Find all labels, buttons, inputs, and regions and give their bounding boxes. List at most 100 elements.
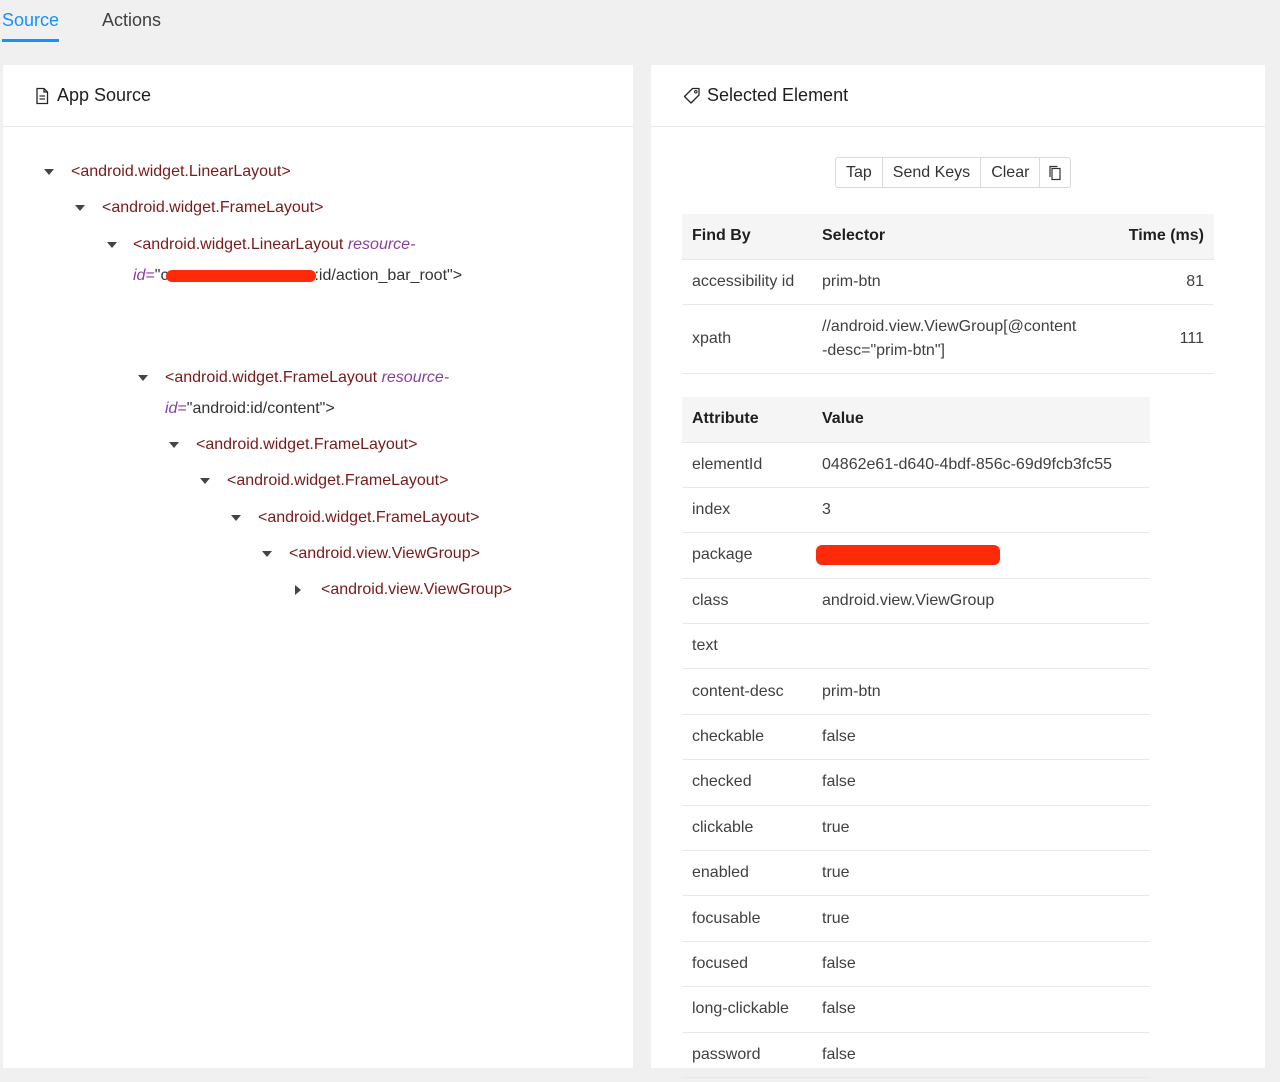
tab-bar: Source Actions bbox=[0, 0, 1280, 44]
attribute-name-cell: index bbox=[682, 487, 812, 534]
attribute-name-cell: elementId bbox=[682, 442, 812, 488]
selector-line: //android.view.ViewGroup[@content bbox=[822, 317, 1077, 335]
table-row[interactable]: accessibility id prim-btn 81 bbox=[682, 259, 1214, 305]
collapse-caret-icon[interactable] bbox=[169, 442, 179, 448]
find-by-table: Find By Selector Time (ms) accessibility… bbox=[682, 214, 1214, 374]
table-row[interactable]: enabled true bbox=[682, 850, 1150, 897]
collapse-caret-icon[interactable] bbox=[231, 515, 241, 521]
clear-button[interactable]: Clear bbox=[981, 158, 1041, 187]
attribute-value-cell: 3 bbox=[812, 487, 1150, 534]
tree-node[interactable]: <android.widget.FrameLayout> bbox=[196, 435, 417, 455]
send-keys-button[interactable]: Send Keys bbox=[883, 158, 982, 187]
time-cell: 111 bbox=[1110, 304, 1214, 374]
tree-node[interactable]: <android.widget.FrameLayout> bbox=[102, 198, 323, 218]
find-by-cell: accessibility id bbox=[682, 259, 812, 305]
tree-node-tag: <android.widget.FrameLayout bbox=[165, 369, 378, 386]
redaction-mark bbox=[166, 269, 317, 282]
collapse-caret-icon[interactable] bbox=[138, 375, 148, 381]
attribute-name-cell: text bbox=[682, 623, 812, 670]
tree-node[interactable]: <android.widget.FrameLayout resource- bbox=[165, 368, 449, 388]
attribute-value-cell: false bbox=[812, 759, 1150, 806]
attribute-value-cell: 04862e61-d640-4bdf-856c-69d9fcb3fc55 bbox=[812, 442, 1150, 488]
tree-node-tag: <android.widget.LinearLayout bbox=[133, 236, 344, 253]
collapse-caret-icon[interactable] bbox=[107, 242, 117, 248]
copy-button[interactable] bbox=[1040, 158, 1070, 187]
table-row[interactable]: class android.view.ViewGroup bbox=[682, 578, 1150, 625]
copy-icon bbox=[1049, 165, 1062, 180]
table-row[interactable]: focusable true bbox=[682, 895, 1150, 942]
find-by-cell: xpath bbox=[682, 304, 812, 374]
attribute-name-cell: long-clickable bbox=[682, 986, 812, 1033]
attribute-value-cell: true bbox=[812, 805, 1150, 852]
table-header-row: Attribute Value bbox=[682, 397, 1150, 443]
selector-cell[interactable]: //android.view.ViewGroup[@content -desc=… bbox=[812, 304, 1111, 374]
attribute-value-cell: android.view.ViewGroup bbox=[812, 578, 1150, 625]
table-row[interactable]: checked false bbox=[682, 759, 1150, 806]
tree-node-continuation[interactable]: id="android:id/content"> bbox=[165, 399, 335, 419]
attr-value: "android:id/content"> bbox=[186, 400, 335, 417]
tree-node[interactable]: <android.widget.FrameLayout> bbox=[258, 508, 479, 528]
app-source-header: App Source bbox=[3, 65, 633, 127]
tree-node-attr: id bbox=[165, 400, 178, 417]
attribute-name-cell: package bbox=[682, 532, 812, 579]
attributes-body: elementId 04862e61-d640-4bdf-856c-69d9fcb… bbox=[682, 442, 1150, 1078]
active-tab-indicator bbox=[2, 39, 59, 42]
attribute-value-cell: false bbox=[812, 986, 1150, 1033]
attributes-table: Attribute Value elementId 04862e61-d640-4… bbox=[682, 397, 1150, 1078]
tree-node[interactable]: <android.view.ViewGroup> bbox=[289, 544, 480, 564]
attribute-value-cell: false bbox=[812, 1032, 1150, 1078]
attr-equals: = bbox=[177, 400, 187, 417]
selector-line: -desc="prim-btn"] bbox=[822, 341, 945, 359]
table-row[interactable]: long-clickable false bbox=[682, 986, 1150, 1033]
tab-source[interactable]: Source bbox=[2, 0, 59, 44]
attribute-value-cell: prim-btn bbox=[812, 668, 1150, 715]
tree-node[interactable]: <android.widget.LinearLayout resource- bbox=[133, 235, 415, 255]
expand-caret-icon[interactable] bbox=[295, 585, 301, 595]
table-row[interactable]: password false bbox=[682, 1032, 1150, 1078]
time-cell: 81 bbox=[1110, 259, 1214, 305]
collapse-caret-icon[interactable] bbox=[75, 205, 85, 211]
table-row[interactable]: checkable false bbox=[682, 714, 1150, 761]
table-row[interactable]: clickable true bbox=[682, 805, 1150, 852]
column-header: Attribute bbox=[682, 397, 812, 443]
table-header-row: Find By Selector Time (ms) bbox=[682, 214, 1214, 260]
tab-actions[interactable]: Actions bbox=[102, 0, 161, 44]
attribute-name-cell: focusable bbox=[682, 895, 812, 942]
attr-equals: = bbox=[145, 267, 155, 284]
collapse-caret-icon[interactable] bbox=[200, 478, 210, 484]
collapse-caret-icon[interactable] bbox=[44, 169, 54, 175]
tree-node-attr: resource- bbox=[347, 236, 416, 253]
tag-icon bbox=[683, 87, 700, 104]
column-header: Value bbox=[812, 397, 1150, 443]
selected-element-title: Selected Element bbox=[707, 85, 849, 105]
collapse-caret-icon[interactable] bbox=[262, 551, 272, 557]
table-row[interactable]: content-desc prim-btn bbox=[682, 668, 1150, 715]
attribute-name-cell: enabled bbox=[682, 850, 812, 897]
tree-node[interactable]: <android.widget.FrameLayout> bbox=[227, 471, 448, 491]
redaction-mark bbox=[816, 545, 1000, 566]
tree-node[interactable]: <android.widget.LinearLayout> bbox=[71, 162, 291, 182]
attribute-name-cell: password bbox=[682, 1032, 812, 1078]
table-row[interactable]: text bbox=[682, 623, 1150, 670]
attribute-name-cell: checked bbox=[682, 759, 812, 806]
table-row[interactable]: xpath //android.view.ViewGroup[@content … bbox=[682, 304, 1214, 374]
app-source-panel: App Source <android.widget.LinearLayout>… bbox=[3, 65, 633, 1068]
attr-value: :id/action_bar_root"> bbox=[314, 267, 463, 284]
selector-cell[interactable]: prim-btn bbox=[812, 259, 1111, 305]
selected-element-header: Selected Element bbox=[651, 65, 1265, 127]
attribute-value-cell: true bbox=[812, 895, 1150, 942]
tap-button[interactable]: Tap bbox=[836, 158, 883, 187]
tree-node-attr: resource- bbox=[381, 369, 450, 386]
tree-node-attr: id bbox=[133, 267, 146, 284]
table-row[interactable]: focused false bbox=[682, 941, 1150, 988]
table-row[interactable]: elementId 04862e61-d640-4bdf-856c-69d9fcb… bbox=[682, 442, 1150, 488]
table-row[interactable]: package bbox=[682, 532, 1150, 579]
tree-node[interactable]: <android.view.ViewGroup> bbox=[321, 580, 512, 600]
app-source-title: App Source bbox=[57, 85, 152, 105]
attribute-name-cell: content-desc bbox=[682, 668, 812, 715]
table-row[interactable]: index 3 bbox=[682, 487, 1150, 534]
attribute-name-cell: clickable bbox=[682, 805, 812, 852]
attribute-value-cell bbox=[812, 623, 1150, 670]
tree-node-continuation[interactable]: id="c:id/action_bar_root"> bbox=[133, 266, 462, 286]
attribute-value-cell: false bbox=[812, 941, 1150, 988]
